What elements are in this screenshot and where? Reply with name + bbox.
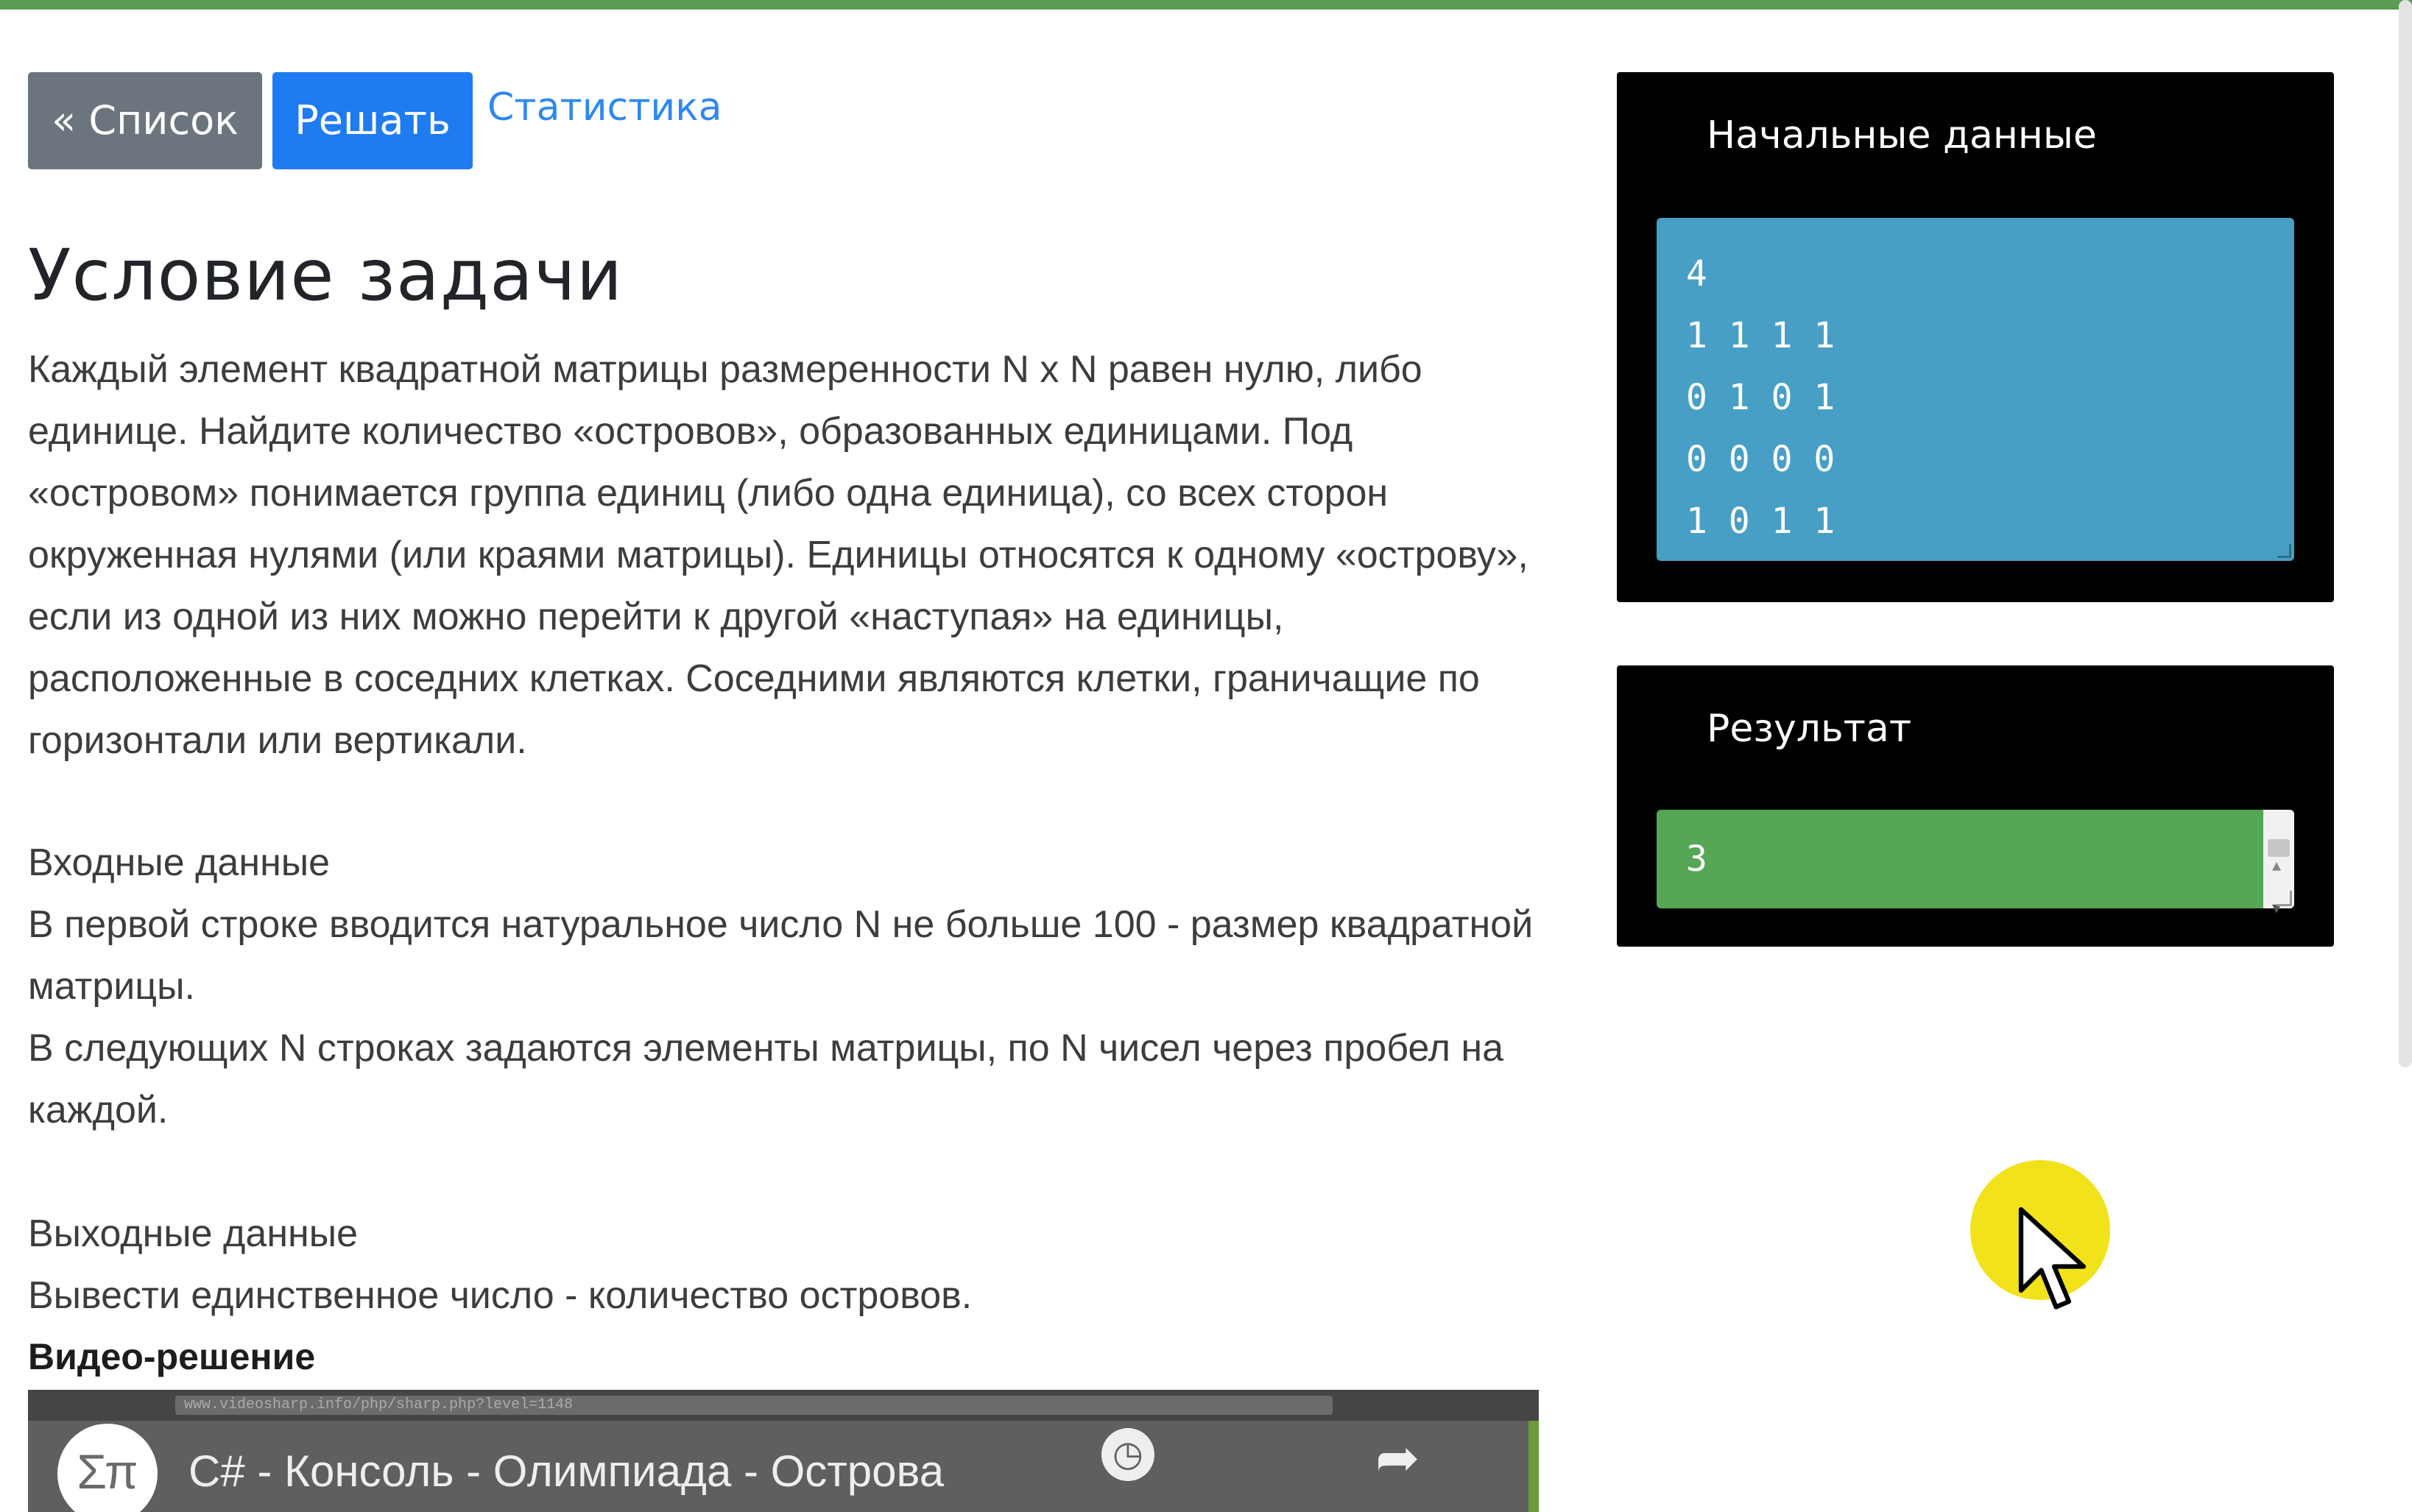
video-solution-heading: Видео-решение bbox=[28, 1336, 316, 1377]
video-browser-chrome: www.videosharp.info/php/sharp.php?level=… bbox=[28, 1390, 1539, 1421]
resize-handle-icon[interactable] bbox=[2277, 891, 2292, 906]
input-description-line-2: В следующих N строках задаются элементы … bbox=[28, 1027, 1504, 1131]
problem-title: Условие задачи bbox=[28, 234, 624, 317]
result-textarea[interactable]: 3 ▲ ▼ bbox=[1657, 810, 2294, 916]
back-to-list-button[interactable]: « Список bbox=[28, 72, 262, 169]
result-panel: Результат 3 ▲ ▼ bbox=[1617, 665, 2334, 947]
clock-icon[interactable]: ◷ bbox=[1101, 1428, 1154, 1481]
scroll-thumb[interactable] bbox=[2268, 839, 2290, 857]
input-data-textarea[interactable]: 4 1 1 1 1 0 1 0 1 0 0 0 0 1 0 1 1 bbox=[1657, 218, 2294, 561]
scroll-down-icon[interactable]: ▼ bbox=[2272, 858, 2281, 957]
video-player[interactable]: www.videosharp.info/php/sharp.php?level=… bbox=[28, 1390, 1539, 1512]
input-heading: Входные данные bbox=[28, 841, 331, 884]
result-scrollbar[interactable]: ▲ ▼ bbox=[2263, 810, 2294, 916]
share-icon[interactable]: ➦ bbox=[1375, 1427, 1420, 1488]
top-accent-bar bbox=[0, 0, 2412, 10]
input-data-label: Начальные данные bbox=[1707, 113, 2097, 158]
result-value: 3 bbox=[1686, 838, 1707, 880]
video-frame-edge bbox=[1528, 1421, 1539, 1512]
statistics-link[interactable]: Статистика bbox=[487, 85, 722, 130]
input-data-panel: Начальные данные 4 1 1 1 1 0 1 0 1 0 0 0… bbox=[1617, 72, 2334, 602]
resize-handle-icon[interactable] bbox=[2277, 544, 2291, 558]
output-description: Вывести единственное число - количество … bbox=[28, 1274, 973, 1317]
result-label: Результат bbox=[1707, 707, 1912, 751]
input-description-line-1: В первой строке вводится натуральное чис… bbox=[28, 903, 1534, 1008]
problem-description: Каждый элемент квадратной матрицы размер… bbox=[28, 348, 1528, 762]
solve-button[interactable]: Решать bbox=[272, 72, 473, 169]
input-data-value: 4 1 1 1 1 0 1 0 1 0 0 0 0 1 0 1 1 bbox=[1686, 253, 1836, 542]
video-title[interactable]: C# - Консоль - Олимпиада - Острова bbox=[188, 1446, 944, 1497]
output-heading: Выходные данные bbox=[28, 1212, 359, 1255]
page-scrollbar[interactable] bbox=[2399, 0, 2412, 1067]
mouse-pointer-icon bbox=[2018, 1207, 2087, 1310]
video-address-bar: www.videosharp.info/php/sharp.php?level=… bbox=[175, 1396, 1333, 1415]
channel-logo-icon[interactable]: Σπ bbox=[57, 1424, 158, 1512]
